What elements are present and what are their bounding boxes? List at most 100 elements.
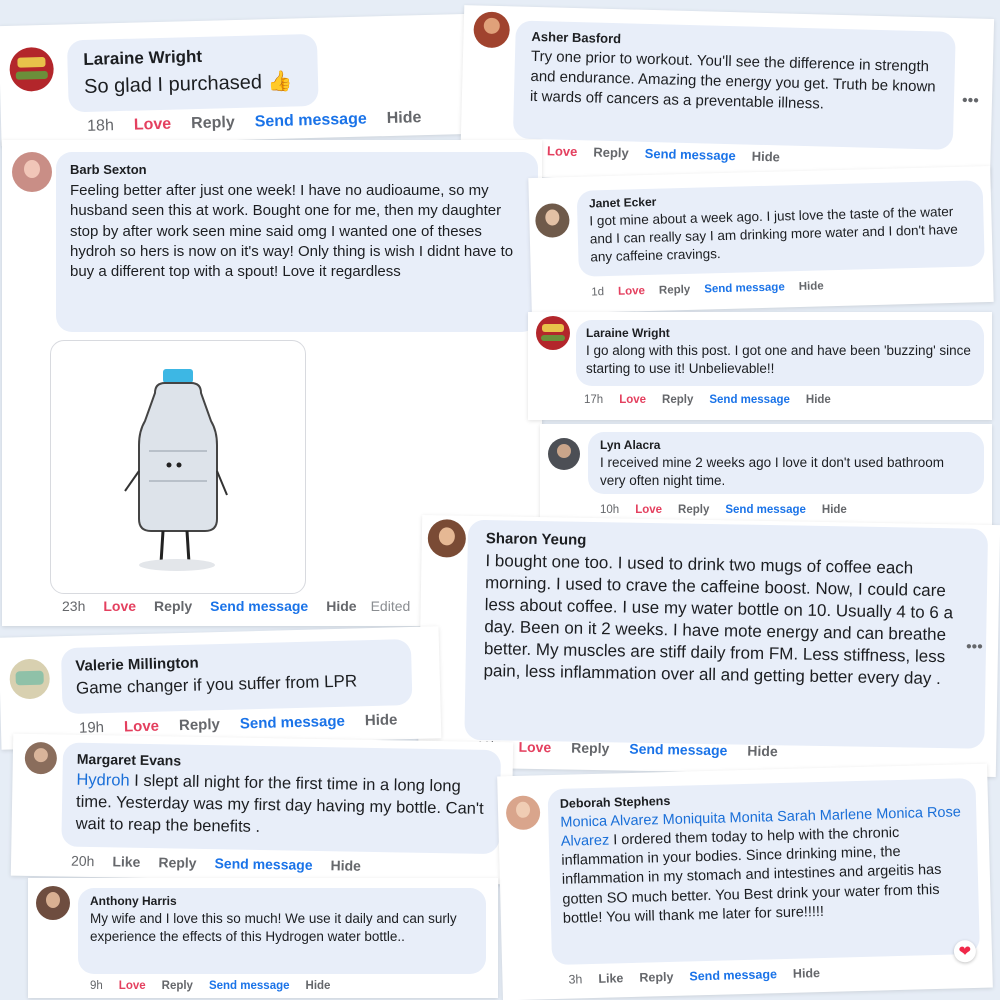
water-bottle-icon xyxy=(124,369,228,571)
comment-bubble: Laraine Wright I go along with this post… xyxy=(576,320,984,386)
timestamp[interactable]: 17h xyxy=(584,394,603,406)
reply-button[interactable]: Reply xyxy=(678,504,709,516)
timestamp[interactable]: 3h xyxy=(568,972,582,986)
reply-button[interactable]: Reply xyxy=(639,970,673,985)
reply-button[interactable]: Reply xyxy=(662,394,693,406)
avatar[interactable] xyxy=(36,886,70,920)
love-button[interactable]: Love xyxy=(618,285,645,298)
more-options-icon[interactable]: ••• xyxy=(962,92,979,110)
comment-bubble: Lyn Alacra I received mine 2 weeks ago I… xyxy=(588,432,984,494)
like-button[interactable]: Like xyxy=(112,853,140,869)
avatar[interactable] xyxy=(548,438,580,470)
send-message-button[interactable]: Send message xyxy=(689,967,777,983)
love-button[interactable]: Love xyxy=(119,980,146,992)
comment-card-anthony: Anthony Harris My wife and I love this s… xyxy=(28,878,498,998)
comment-actions: 3h Like Reply Send message Hide xyxy=(568,966,820,987)
comment-bubble: Asher Basford Try one prior to workout. … xyxy=(512,20,956,150)
comment-bubble: Margaret Evans Hydroh I slept all night … xyxy=(61,742,502,855)
hide-button[interactable]: Hide xyxy=(752,149,781,165)
avatar[interactable] xyxy=(12,152,52,192)
hide-button[interactable]: Hide xyxy=(306,980,331,992)
avatar[interactable] xyxy=(24,741,58,775)
hide-button[interactable]: Hide xyxy=(799,280,824,293)
comment-card-laraine-1: Laraine Wright So glad I purchased 👍 18h… xyxy=(0,13,472,147)
comment-text: I got mine about a week ago. I just love… xyxy=(589,203,959,265)
reply-button[interactable]: Reply xyxy=(158,854,196,871)
hide-button[interactable]: Hide xyxy=(793,966,820,981)
author-name[interactable]: Barb Sexton xyxy=(70,162,524,177)
author-name[interactable]: Lyn Alacra xyxy=(600,438,972,452)
send-message-button[interactable]: Send message xyxy=(704,281,785,295)
love-button[interactable]: Love xyxy=(103,598,136,614)
avatar[interactable] xyxy=(427,519,467,558)
send-message-button[interactable]: Send message xyxy=(214,855,312,873)
love-button[interactable]: Love xyxy=(134,116,172,135)
hide-button[interactable]: Hide xyxy=(326,598,356,614)
comment-actions: 9h Love Reply Send message Hide xyxy=(90,980,330,992)
hide-button[interactable]: Hide xyxy=(387,109,422,128)
send-message-button[interactable]: Send message xyxy=(255,111,367,132)
reply-button[interactable]: Reply xyxy=(571,740,609,757)
author-name[interactable]: Anthony Harris xyxy=(90,894,474,908)
comment-card-laraine-2: Laraine Wright I go along with this post… xyxy=(528,312,992,420)
comment-card-janet: Janet Ecker I got mine about a week ago.… xyxy=(528,165,994,315)
author-name[interactable]: Laraine Wright xyxy=(586,326,974,340)
comment-text: My wife and I love this so much! We use … xyxy=(90,911,457,944)
heart-reaction-icon[interactable]: ❤ xyxy=(953,939,977,963)
timestamp[interactable]: 18h xyxy=(87,117,114,136)
avatar[interactable] xyxy=(473,11,511,49)
avatar[interactable] xyxy=(9,658,51,700)
review-collage: { "colors": { "background": "#e6edf6", "… xyxy=(0,0,1000,1000)
send-message-button[interactable]: Send message xyxy=(709,394,790,406)
like-button[interactable]: Like xyxy=(598,971,623,986)
mention-link[interactable]: Hydroh xyxy=(76,771,130,790)
hide-button[interactable]: Hide xyxy=(747,743,778,760)
love-button[interactable]: Love xyxy=(124,718,159,736)
timestamp[interactable]: 10h xyxy=(600,504,619,516)
comment-actions: 10h Love Reply Send message Hide xyxy=(600,504,847,516)
hide-button[interactable]: Hide xyxy=(330,857,361,874)
hide-button[interactable]: Hide xyxy=(365,711,398,729)
comment-text: Game changer if you suffer from LPR xyxy=(75,671,358,698)
send-message-button[interactable]: Send message xyxy=(645,146,736,163)
more-options-icon[interactable]: ••• xyxy=(966,638,983,656)
comment-text: Hydroh I slept all night for the first t… xyxy=(75,770,484,836)
reply-button[interactable]: Reply xyxy=(179,716,220,734)
send-message-button[interactable]: Send message xyxy=(209,980,290,992)
send-message-button[interactable]: Send message xyxy=(629,741,727,759)
reply-button[interactable]: Reply xyxy=(162,980,193,992)
avatar[interactable] xyxy=(505,795,541,831)
love-button[interactable]: Love xyxy=(547,143,578,159)
author-name[interactable]: Laraine Wright xyxy=(83,44,301,70)
timestamp[interactable]: 23h xyxy=(62,598,85,614)
send-message-button[interactable]: Send message xyxy=(210,598,308,614)
reply-button[interactable]: Reply xyxy=(659,284,691,297)
comment-actions: 17h Love Reply Send message Hide xyxy=(584,394,831,406)
comment-bubble: Barb Sexton Feeling better after just on… xyxy=(56,152,538,332)
comment-text: Monica Alvarez Moniquita Monita Sarah Ma… xyxy=(560,804,962,927)
hide-button[interactable]: Hide xyxy=(822,504,847,516)
comment-actions: 19h Love Reply Send message Hide xyxy=(79,711,398,736)
love-button[interactable]: Love xyxy=(635,504,662,516)
reply-button[interactable]: Reply xyxy=(154,598,192,614)
avatar[interactable] xyxy=(9,46,55,92)
water-bottle-sticker xyxy=(50,340,306,594)
hide-button[interactable]: Hide xyxy=(806,394,831,406)
comment-text: I go along with this post. I got one and… xyxy=(586,343,971,376)
timestamp[interactable]: 1d xyxy=(591,286,604,298)
timestamp[interactable]: 20h xyxy=(71,853,95,869)
comment-card-lyn: Lyn Alacra I received mine 2 weeks ago I… xyxy=(540,424,992,528)
avatar[interactable] xyxy=(534,203,570,238)
send-message-button[interactable]: Send message xyxy=(240,713,345,733)
timestamp[interactable]: 9h xyxy=(90,980,103,992)
comment-actions: 1d Love Reply Send message Hide xyxy=(591,280,824,298)
send-message-button[interactable]: Send message xyxy=(725,504,806,516)
avatar[interactable] xyxy=(536,316,570,350)
love-button[interactable]: Love xyxy=(619,394,646,406)
reply-button[interactable]: Reply xyxy=(593,145,629,161)
comment-bubble: Sharon Yeung I bought one too. I used to… xyxy=(464,519,989,749)
reply-button[interactable]: Reply xyxy=(191,114,235,133)
comment-actions: 1d Love Reply Send message Hide xyxy=(522,143,780,165)
love-button[interactable]: Love xyxy=(518,739,551,756)
comment-card-deborah: Deborah Stephens Monica Alvarez Moniquit… xyxy=(497,763,993,1000)
